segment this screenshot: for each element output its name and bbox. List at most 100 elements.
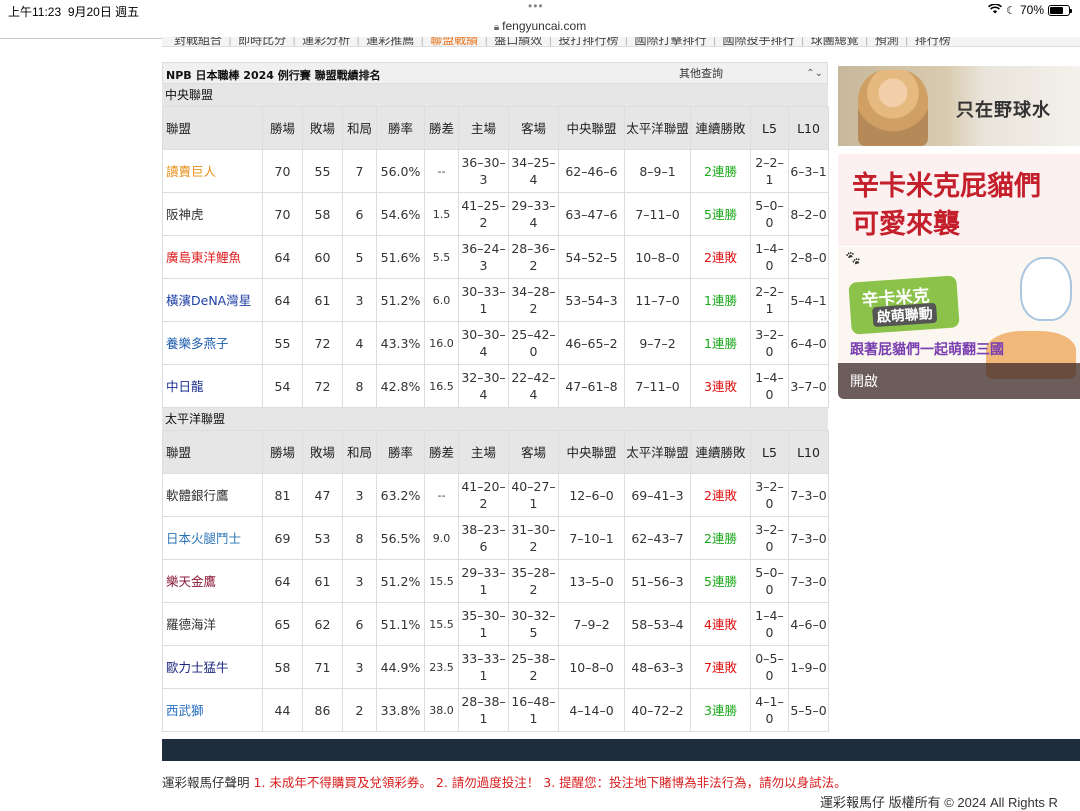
more-dots-icon[interactable]: ••• [528,0,544,13]
table-row: 軟體銀行鷹 81 47 3 63.2% -- 41–20–2 40–27–1 12–6–0 69–… [162,473,829,517]
status-time: 上午11:23 9月20日 週五 [8,5,140,19]
column-header: 主場 [458,430,509,474]
bunny-illustration [1020,257,1072,321]
ad-person-image [858,70,928,146]
nav-item[interactable]: 聯盟戰績 [430,37,478,46]
cell-central: 10–8–0 [558,645,625,689]
cell-streak: 2連敗 [690,235,751,279]
ad3-open-bar[interactable]: 開啟 [838,363,1080,399]
cell-l5: 4–1–0 [750,688,789,732]
other-query-select[interactable]: 其他查詢 ⌃⌄ [675,65,827,83]
cell-l10: 4–6–0 [788,602,829,646]
ios-status-bar: 上午11:23 9月20日 週五 ••• ☾ 70% [0,0,1080,20]
nav-item[interactable]: 運彩推薦 [366,37,414,46]
nav-item[interactable]: 預測 [875,37,899,46]
nav-item[interactable]: 對戰組合 [174,37,222,46]
cell-streak: 1連勝 [690,321,751,365]
cell-t: 2 [342,688,377,732]
select-value: 其他查詢 [679,67,723,80]
cell-central: 53–54–3 [558,278,625,322]
cell-l5: 0–5–0 [750,645,789,689]
team-name-link[interactable]: 軟體銀行鷹 [162,473,263,517]
address-bar[interactable]: 🔒︎ fengyuncai.com [0,19,1080,39]
team-name-link[interactable]: 羅德海洋 [162,602,263,646]
nav-item[interactable]: 排行榜 [915,37,951,46]
column-header: 勝差 [424,430,459,474]
cell-pct: 56.5% [376,516,425,560]
cell-pacific: 7–11–0 [624,364,691,408]
cell-central: 13–5–0 [558,559,625,603]
team-name-link[interactable]: 中日龍 [162,364,263,408]
table-row: 養樂多燕子 55 72 4 43.3% 16.0 30–30–4 25–42–0 46–65–2… [162,321,829,365]
cell-pacific: 40–72–2 [624,688,691,732]
cell-central: 46–65–2 [558,321,625,365]
cell-l5: 3–2–0 [750,473,789,517]
cell-central: 12–6–0 [558,473,625,517]
standings-panel: NPB 日本職棒 2024 例行賽 聯盟戰績排名 其他查詢 ⌃⌄ 中央聯盟 聯盟勝… [162,62,829,732]
column-header: 客場 [508,106,559,150]
cell-away: 22–42–4 [508,364,559,408]
disclaimer-prefix: 運彩報馬仔聲明 [162,775,250,790]
column-header: 勝場 [262,106,303,150]
team-name-link[interactable]: 西武獅 [162,688,263,732]
cell-central: 47–61–8 [558,364,625,408]
nav-item[interactable]: 球團總覽 [811,37,859,46]
nav-item[interactable]: 盤口績效 [494,37,542,46]
cell-streak: 2連勝 [690,516,751,560]
nav-item[interactable]: 即時比分 [238,37,286,46]
ad-banner-1[interactable]: 只在野球水 [838,66,1080,146]
table-header-row: 聯盟 勝場 敗場 和局 勝率 勝差 主場 客場 中央聯盟 太平洋聯盟 連續勝敗 L5 L10 [162,430,829,474]
team-name-link[interactable]: 讀賣巨人 [162,149,263,193]
cell-streak: 3連勝 [690,688,751,732]
cell-t: 3 [342,645,377,689]
team-name-link[interactable]: 日本火腿鬥士 [162,516,263,560]
cell-away: 35–28–2 [508,559,559,603]
cell-pacific: 10–8–0 [624,235,691,279]
cell-t: 6 [342,602,377,646]
cell-l10: 8–2–0 [788,192,829,236]
table-row: 日本火腿鬥士 69 53 8 56.5% 9.0 38–23–6 31–30–2 7–10–1 6… [162,516,829,560]
cell-away: 34–25–4 [508,149,559,193]
column-header: 敗場 [302,430,343,474]
nav-item[interactable]: 國際打擊排行 [634,37,706,46]
team-name-link[interactable]: 廣島東洋鯉魚 [162,235,263,279]
cell-l: 61 [302,559,343,603]
ad-banner-2[interactable]: 辛卡米克屁貓們 可愛來襲 [838,154,1080,246]
wifi-icon [988,3,1003,17]
paw-icon: 🐾︎ [844,251,862,267]
cell-l: 55 [302,149,343,193]
team-name-link[interactable]: 歐力士猛牛 [162,645,263,689]
cell-l: 71 [302,645,343,689]
open-button[interactable]: 開啟 [850,371,878,391]
nav-item[interactable]: 運彩分析 [302,37,350,46]
cell-pacific: 7–11–0 [624,192,691,236]
lock-icon: 🔒︎ [493,22,500,33]
nav-separator: | [228,37,233,47]
cell-l5: 1–4–0 [750,235,789,279]
cell-w: 44 [262,688,303,732]
cell-gb: 15.5 [424,602,459,646]
nav-separator: | [904,37,909,47]
page-title: NPB 日本職棒 2024 例行賽 聯盟戰績排名 [166,69,381,82]
cell-home: 41–25–2 [458,192,509,236]
nav-separator: | [624,37,629,47]
nav-item[interactable]: 國際投手排行 [723,37,795,46]
table-row: 阪神虎 70 58 6 54.6% 1.5 41–25–2 29–33–4 63–47–6 7–1… [162,192,829,236]
cell-l: 72 [302,321,343,365]
cell-l5: 3–2–0 [750,516,789,560]
cell-home: 36–24–3 [458,235,509,279]
cell-l5: 2–2–1 [750,149,789,193]
team-name-link[interactable]: 養樂多燕子 [162,321,263,365]
cell-home: 28–38–1 [458,688,509,732]
team-name-link[interactable]: 阪神虎 [162,192,263,236]
nav-item[interactable]: 投打排行榜 [558,37,618,46]
cell-away: 31–30–2 [508,516,559,560]
team-name-link[interactable]: 樂天金鷹 [162,559,263,603]
cell-w: 64 [262,559,303,603]
ad-banner-3[interactable]: 🐾︎ 辛卡米克 啟萌聯動 跟著屁貓們一起萌翻三國 開啟 [838,247,1080,399]
cell-w: 55 [262,321,303,365]
cell-home: 35–30–1 [458,602,509,646]
table-header-row: 聯盟 勝場 敗場 和局 勝率 勝差 主場 客場 中央聯盟 太平洋聯盟 連續勝敗 L5 L10 [162,106,829,150]
team-name-link[interactable]: 橫濱DeNA灣星 [162,278,263,322]
column-header: L5 [750,106,789,150]
